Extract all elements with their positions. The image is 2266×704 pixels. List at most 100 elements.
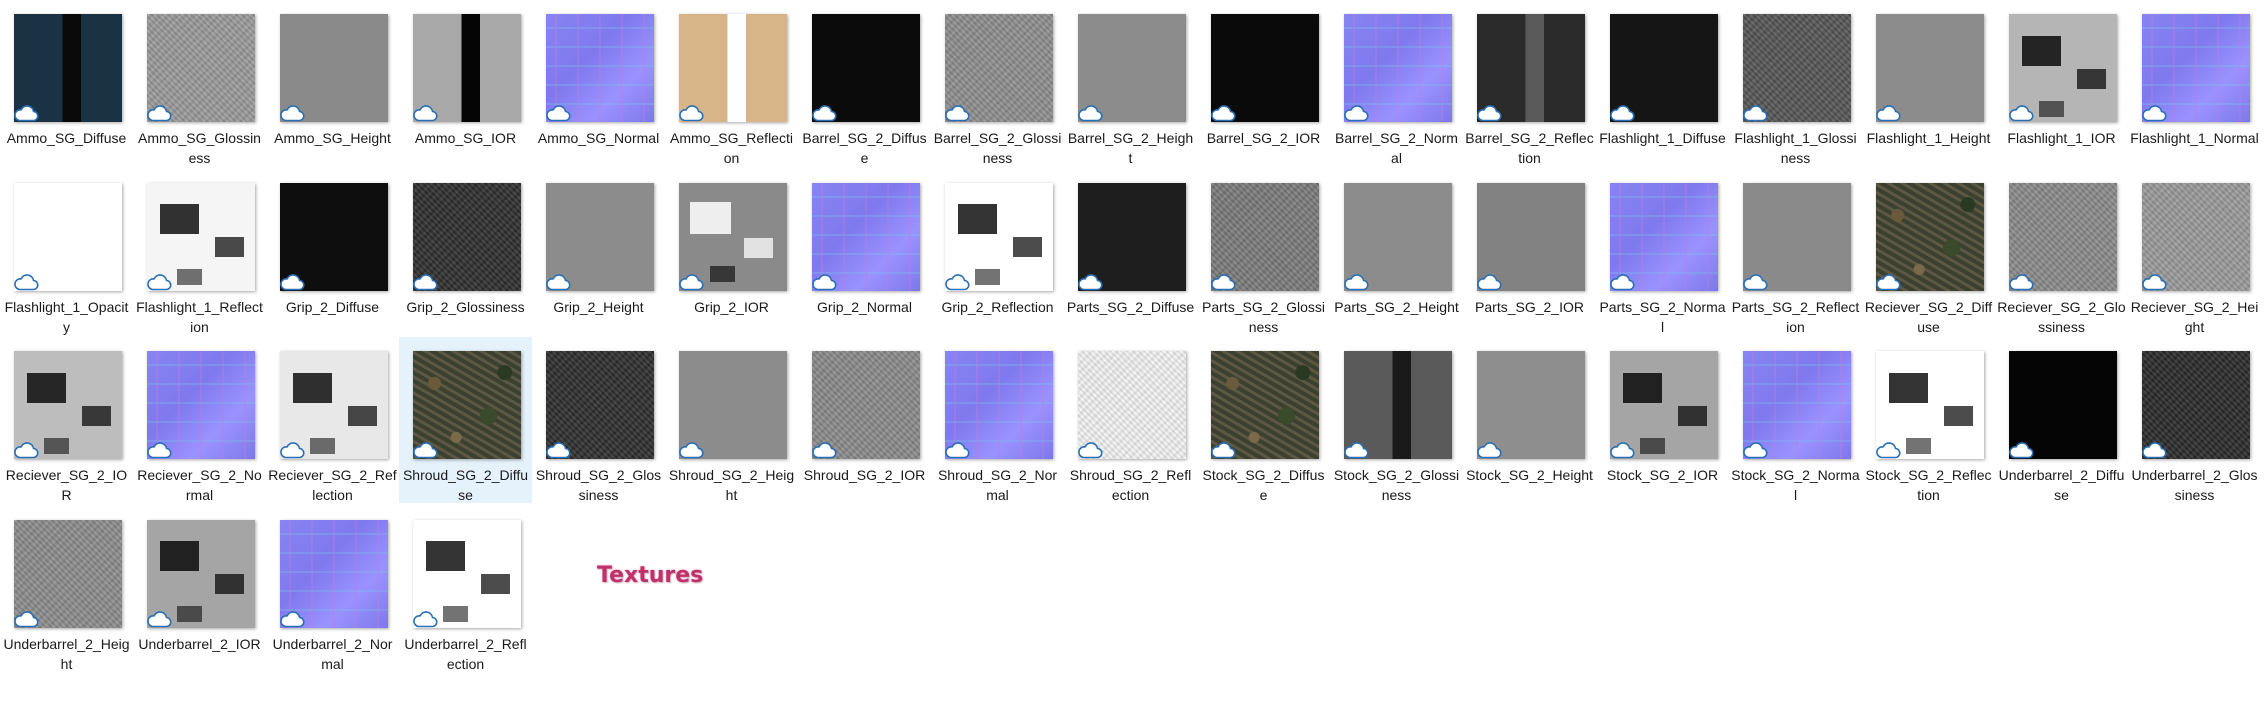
file-name: Grip_2_IOR (694, 298, 769, 315)
file-item[interactable]: Reciever_SG_2_IOR (0, 337, 133, 503)
cloud-icon (1742, 441, 1768, 459)
file-name: Ammo_SG_Diffuse (6, 130, 127, 146)
file-item[interactable]: Ammo_SG_Height (266, 0, 399, 166)
cloud-icon (1210, 441, 1236, 459)
file-item[interactable]: Flashlight_1_Opacity (0, 169, 133, 335)
cloud-icon (1343, 273, 1369, 291)
file-item[interactable]: Grip_2_IOR (665, 169, 798, 335)
file-item[interactable]: Flashlight_1_Glossiness (1729, 0, 1862, 166)
file-item[interactable]: Flashlight_1_IOR (1995, 0, 2128, 166)
file-item[interactable]: Parts_SG_2_Diffuse (1064, 169, 1197, 335)
file-name: Flashlight_1_Opacity (4, 298, 129, 335)
file-name: Parts_SG_2_Height (1334, 298, 1459, 315)
file-item[interactable]: Grip_2_Reflection (931, 169, 1064, 335)
file-name: Grip_2_Diffuse (285, 298, 380, 315)
file-item[interactable]: Reciever_SG_2_Diffuse (1862, 169, 1995, 335)
file-item[interactable]: Shroud_SG_2_Glossiness (532, 337, 665, 503)
cloud-icon (944, 441, 970, 459)
file-item[interactable]: Barrel_SG_2_Reflection (1463, 0, 1596, 166)
file-item[interactable]: Shroud_SG_2_Reflection (1064, 337, 1197, 503)
file-item[interactable]: Underbarrel_2_Normal (266, 506, 399, 672)
file-name: Barrel_SG_2_Glossiness (933, 130, 1062, 166)
file-item[interactable]: Stock_SG_2_IOR (1596, 337, 1729, 503)
file-item[interactable]: Ammo_SG_Normal (532, 0, 665, 166)
file-item[interactable]: Reciever_SG_2_Reflection (266, 337, 399, 503)
file-name: Stock_SG_2_Glossiness (1333, 467, 1460, 503)
file-item[interactable]: Flashlight_1_Height (1862, 0, 1995, 166)
file-name: Underbarrel_2_IOR (138, 635, 261, 652)
file-item[interactable]: Reciever_SG_2_Glossiness (1995, 169, 2128, 335)
file-item[interactable]: Flashlight_1_Diffuse (1596, 0, 1729, 166)
file-item[interactable]: Barrel_SG_2_Normal (1330, 0, 1463, 166)
cloud-icon (678, 441, 704, 459)
file-item[interactable]: Reciever_SG_2_Height (2128, 169, 2261, 335)
file-item[interactable]: Shroud_SG_2_Height (665, 337, 798, 503)
cloud-icon (2008, 441, 2034, 459)
file-item[interactable]: Stock_SG_2_Reflection (1862, 337, 1995, 503)
file-item[interactable]: Underbarrel_2_Diffuse (1995, 337, 2128, 503)
cloud-icon (1609, 104, 1635, 122)
cloud-icon (678, 273, 704, 291)
file-name: Flashlight_1_Glossiness (1734, 130, 1857, 166)
file-grid: Ammo_SG_Diffuse Ammo_SG_Glossiness Ammo_SG… (0, 0, 2266, 704)
file-item[interactable]: Grip_2_Normal (798, 169, 931, 335)
cloud-icon (1609, 273, 1635, 291)
file-item[interactable]: Parts_SG_2_Normal (1596, 169, 1729, 335)
file-name: Shroud_SG_2_Reflection (1069, 467, 1192, 503)
cloud-icon (13, 441, 39, 459)
file-name: Reciever_SG_2_IOR (5, 467, 128, 503)
cloud-icon (1343, 441, 1369, 459)
cloud-icon (545, 441, 571, 459)
file-item[interactable]: Barrel_SG_2_Diffuse (798, 0, 931, 166)
file-item[interactable]: Parts_SG_2_IOR (1463, 169, 1596, 335)
file-name: Stock_SG_2_Diffuse (1202, 467, 1325, 503)
cloud-icon (1476, 441, 1502, 459)
cloud-icon (944, 273, 970, 291)
file-name: Ammo_SG_Glossiness (138, 130, 261, 166)
file-item[interactable]: Parts_SG_2_Reflection (1729, 169, 1862, 335)
file-item[interactable]: Grip_2_Glossiness (399, 169, 532, 335)
file-item[interactable]: Parts_SG_2_Glossiness (1197, 169, 1330, 335)
file-item[interactable]: Stock_SG_2_Glossiness (1330, 337, 1463, 503)
cloud-icon (811, 441, 837, 459)
file-item[interactable]: Underbarrel_2_IOR (133, 506, 266, 672)
cloud-icon (146, 104, 172, 122)
file-item[interactable]: Ammo_SG_Diffuse (0, 0, 133, 166)
file-item[interactable]: Ammo_SG_IOR (399, 0, 532, 166)
file-item[interactable]: Underbarrel_2_Glossiness (2128, 337, 2261, 503)
file-item[interactable]: Reciever_SG_2_Normal (133, 337, 266, 503)
file-item[interactable]: Underbarrel_2_Reflection (399, 506, 532, 672)
file-item[interactable]: Parts_SG_2_Height (1330, 169, 1463, 335)
file-item[interactable]: Shroud_SG_2_Normal (931, 337, 1064, 503)
file-item[interactable]: Underbarrel_2_Height (0, 506, 133, 672)
file-name: Parts_SG_2_Normal (1599, 298, 1726, 335)
file-item[interactable]: Barrel_SG_2_Height (1064, 0, 1197, 166)
cloud-icon (1077, 104, 1103, 122)
cloud-icon (1742, 104, 1768, 122)
file-name: Shroud_SG_2_IOR (803, 467, 926, 483)
file-item[interactable]: Flashlight_1_Normal (2128, 0, 2261, 166)
file-name: Reciever_SG_2_Diffuse (1864, 298, 1993, 335)
file-item[interactable]: Shroud_SG_2_IOR (798, 337, 931, 503)
file-item[interactable]: Ammo_SG_Reflection (665, 0, 798, 166)
cloud-icon (1875, 273, 1901, 291)
file-item[interactable]: Grip_2_Diffuse (266, 169, 399, 335)
file-item[interactable]: Stock_SG_2_Diffuse (1197, 337, 1330, 503)
cloud-icon (146, 441, 172, 459)
file-item[interactable]: Shroud_SG_2_Diffuse (399, 337, 532, 503)
file-item[interactable]: Stock_SG_2_Height (1463, 337, 1596, 503)
file-item[interactable]: Ammo_SG_Glossiness (133, 0, 266, 166)
file-name: Barrel_SG_2_Reflection (1465, 130, 1594, 166)
file-item[interactable]: Flashlight_1_Reflection (133, 169, 266, 335)
cloud-icon (279, 273, 305, 291)
file-item[interactable]: Barrel_SG_2_Glossiness (931, 0, 1064, 166)
cloud-icon (2141, 104, 2167, 122)
file-name: Flashlight_1_Normal (2130, 130, 2259, 146)
file-name: Shroud_SG_2_Diffuse (402, 467, 529, 503)
cloud-icon (412, 104, 438, 122)
file-item[interactable]: Stock_SG_2_Normal (1729, 337, 1862, 503)
cloud-icon (1077, 273, 1103, 291)
file-item[interactable]: Grip_2_Height (532, 169, 665, 335)
file-name: Ammo_SG_IOR (414, 130, 517, 146)
file-item[interactable]: Barrel_SG_2_IOR (1197, 0, 1330, 166)
